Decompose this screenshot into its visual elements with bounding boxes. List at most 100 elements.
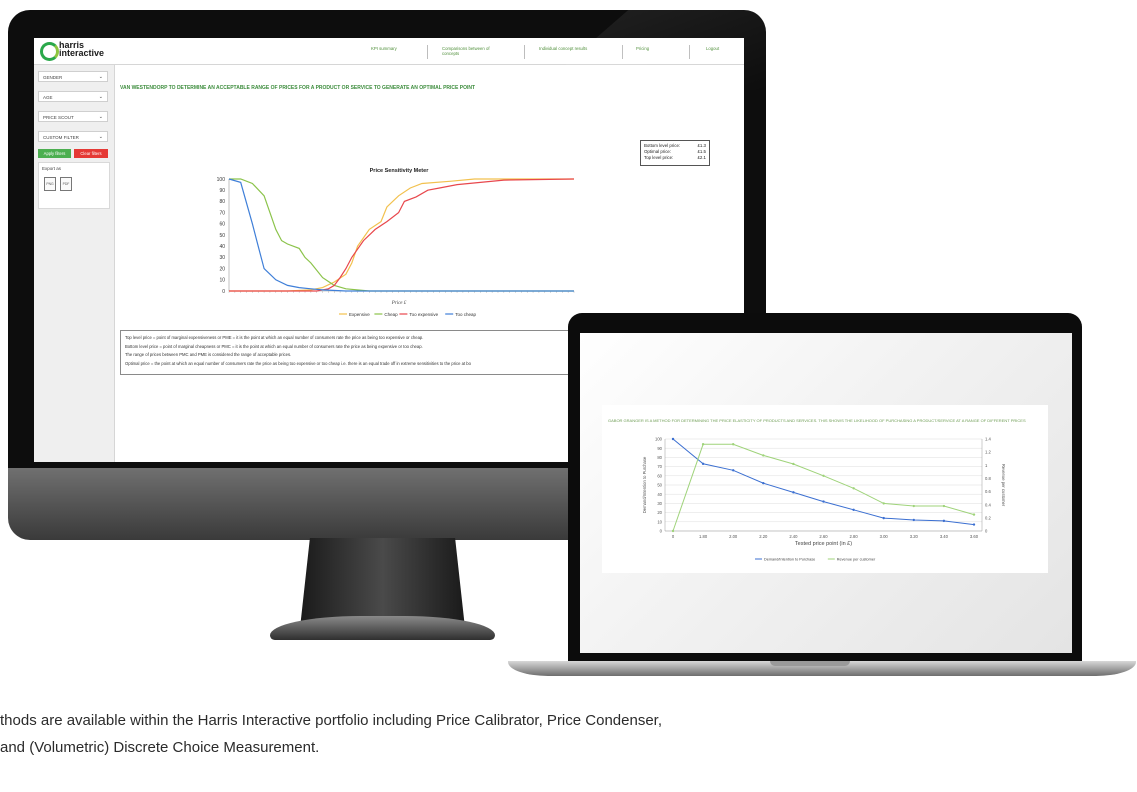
y2-tick-label: 0.8	[985, 476, 991, 481]
custom-filter-dropdown[interactable]: CUSTOM FILTER ⌄	[38, 131, 108, 142]
gender-dropdown[interactable]: GENDER ⌄	[38, 71, 108, 82]
y-tick-label: 80	[219, 199, 225, 205]
x-tick-label: 3.60	[970, 534, 979, 539]
y-tick-label: 70	[219, 210, 225, 216]
x-tick-label: 2.60	[819, 534, 828, 539]
series-line-cheap	[229, 178, 574, 292]
y-tick-label: 40	[657, 492, 662, 497]
brand-logo-text: harris interactive	[59, 41, 105, 58]
data-point-demand	[792, 491, 795, 494]
data-point-demand	[822, 500, 825, 503]
nav-kpi-summary[interactable]: KPI summary	[371, 46, 397, 51]
x-axis-label: Tested price point (in £)	[795, 541, 852, 547]
legend-label: Too expensive	[409, 312, 438, 317]
laptop-screen: GABOR GRANGER IS A METHOD FOR DETERMININ…	[580, 333, 1072, 653]
harris-logo-icon	[40, 42, 59, 61]
dropdown-label: GENDER	[43, 75, 63, 80]
data-point-revenue	[942, 504, 946, 508]
x-axis-label: Price £	[391, 301, 407, 306]
dropdown-label: CUSTOM FILTER	[43, 135, 79, 140]
y-tick-label: 90	[657, 446, 662, 451]
data-point-demand	[671, 437, 675, 441]
data-point-revenue	[701, 443, 705, 446]
y-tick-label: 90	[219, 188, 225, 194]
y2-tick-label: 0	[985, 529, 988, 534]
data-point-revenue	[852, 487, 855, 490]
y-tick-label: 20	[657, 510, 662, 515]
data-point-demand	[912, 518, 915, 522]
series-line-expensive	[229, 178, 574, 292]
series-line-demand	[672, 438, 975, 526]
y-tick-label: 10	[657, 519, 662, 524]
legend-label: Revenue per customer	[837, 558, 876, 562]
data-point-revenue	[912, 504, 915, 508]
gabor-granger-chart: 0 10 20 30 40 50 60 70 80 90 100 0 0.2 0.4 0.6 0.8 1 1.2 1…	[642, 437, 1006, 562]
png-file-icon[interactable]: PNG	[44, 177, 56, 191]
y-tick-label: 30	[219, 255, 225, 261]
data-point-revenue	[792, 462, 795, 466]
y-tick-label: 40	[219, 244, 225, 250]
gabor-granger-card: GABOR GRANGER IS A METHOD FOR DETERMININ…	[602, 405, 1048, 573]
data-point-demand	[701, 462, 705, 466]
data-point-revenue	[671, 529, 675, 533]
series-line-too-expensive	[229, 178, 575, 292]
data-point-demand	[942, 519, 946, 523]
y-tick-label: 80	[657, 455, 662, 460]
y2-tick-label: 1.4	[985, 437, 991, 442]
pdf-file-icon[interactable]: PDF	[60, 177, 72, 191]
series-line-too-cheap	[228, 178, 574, 292]
export-label: Export as	[42, 166, 62, 171]
x-tick-label: 1.80	[699, 534, 708, 539]
data-point-demand	[882, 516, 885, 520]
price-sensitivity-chart: Price Sensitivity Meter 0 10 20 30 40 50 60 70 80…	[217, 168, 575, 317]
export-panel: Export as PNG PDF	[38, 162, 110, 209]
apply-filters-button[interactable]: Apply filters	[38, 149, 71, 158]
clear-filters-button[interactable]: Clear filters	[74, 149, 108, 158]
x-tick-label: 2.20	[759, 534, 768, 539]
chevron-down-icon: ⌄	[98, 74, 103, 80]
monitor-base	[270, 616, 495, 640]
y-tick-label: 70	[657, 464, 662, 469]
data-point-demand	[732, 469, 735, 472]
monitor-stand	[300, 538, 465, 628]
y-tick-label: 100	[655, 437, 663, 442]
x-tick-label: 3.20	[910, 534, 919, 539]
nav-comparisons[interactable]: Comparisons between of concepts	[442, 46, 494, 56]
chevron-down-icon: ⌄	[98, 114, 103, 120]
logo-line2: interactive	[59, 48, 105, 58]
y-tick-label: 60	[219, 222, 225, 228]
y2-axis-label: Revenue per customer	[1001, 464, 1006, 507]
price-scout-dropdown[interactable]: PRICE SCOUT ⌄	[38, 111, 108, 122]
y-tick-label: 50	[219, 233, 225, 239]
price-label: Top level price:	[644, 155, 674, 160]
age-dropdown[interactable]: AGE ⌄	[38, 91, 108, 102]
chevron-down-icon: ⌄	[98, 94, 103, 100]
legend-label: Too cheap	[455, 312, 476, 317]
legend-label: Demand/Intention to Purchase	[764, 558, 815, 562]
page-title: VAN WESTENDORP TO DETERMINE AN ACCEPTABL…	[120, 85, 476, 91]
y-tick-label: 60	[657, 473, 662, 478]
y-axis-label: Demand/Intention to Purchase	[642, 456, 647, 513]
y-tick-label: 50	[657, 483, 662, 488]
dropdown-label: AGE	[43, 95, 53, 100]
filter-sidebar: GENDER ⌄ AGE ⌄ PRICE SCOUT ⌄ CUSTOM FILTER ⌄…	[34, 65, 115, 462]
gabor-granger-title: GABOR GRANGER IS A METHOD FOR DETERMININ…	[608, 418, 1026, 423]
laptop-hinge-notch	[770, 661, 850, 666]
y-tick-label: 20	[219, 266, 225, 272]
data-point-demand	[852, 508, 855, 512]
nav-divider	[524, 45, 525, 59]
y-tick-label: 10	[219, 278, 225, 284]
x-tick-label: 2.40	[789, 534, 798, 539]
y2-tick-label: 1	[985, 463, 988, 468]
price-row: Top level price: £2.1	[644, 155, 706, 161]
x-tick-label: 2.80	[850, 534, 859, 539]
y2-tick-label: 0.6	[985, 489, 991, 494]
caption-line: and (Volumetric) Discrete Choice Measure…	[0, 739, 320, 756]
data-point-revenue	[882, 502, 885, 505]
dropdown-label: PRICE SCOUT	[43, 115, 74, 120]
y2-tick-label: 1.2	[985, 450, 991, 455]
x-tick-label: 0	[672, 534, 675, 539]
y-tick-label: 100	[217, 177, 226, 183]
nav-divider	[427, 45, 428, 59]
x-tick-label: 3.00	[880, 534, 889, 539]
